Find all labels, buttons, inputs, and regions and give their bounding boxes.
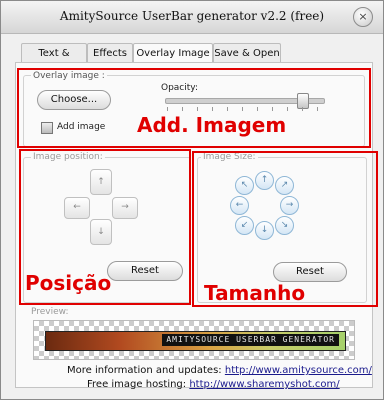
tab-text-colors[interactable]: Text & Colors xyxy=(21,43,87,78)
app-window: AmitySource UserBar generator v2.2 (free… xyxy=(0,0,384,400)
annotation-tamanho: Tamanho xyxy=(204,281,306,305)
close-icon: × xyxy=(358,10,368,23)
title-bar[interactable]: AmitySource UserBar generator v2.2 (free… xyxy=(1,1,383,34)
userbar-preview: AMITYSOURCE USERBAR GENERATOR xyxy=(45,331,346,351)
info-link[interactable]: http://www.amitysource.com/ xyxy=(225,365,372,376)
window-title: AmitySource UserBar generator v2.2 (free… xyxy=(59,9,325,23)
tab-effects[interactable]: Effects xyxy=(87,43,133,63)
hosting-label: Free image hosting: xyxy=(87,379,187,390)
tab-overlay-image[interactable]: Overlay Image xyxy=(133,43,213,64)
hosting-link[interactable]: http://www.sharemyshot.com/ xyxy=(189,379,339,390)
tab-save-open[interactable]: Save & Open xyxy=(213,43,281,63)
close-button[interactable]: × xyxy=(353,7,373,27)
preview-label: Preview: xyxy=(31,307,69,317)
preview-area: AMITYSOURCE USERBAR GENERATOR xyxy=(33,320,355,360)
info-label: More information and updates: xyxy=(67,365,222,376)
userbar-text: AMITYSOURCE USERBAR GENERATOR xyxy=(162,334,339,346)
annotation-posicao: Posição xyxy=(25,271,112,295)
hosting-line: Free image hosting: http://www.sharemysh… xyxy=(87,379,340,390)
info-line: More information and updates: http://www… xyxy=(67,365,372,376)
annotation-add-imagem: Add. Imagem xyxy=(137,113,287,137)
